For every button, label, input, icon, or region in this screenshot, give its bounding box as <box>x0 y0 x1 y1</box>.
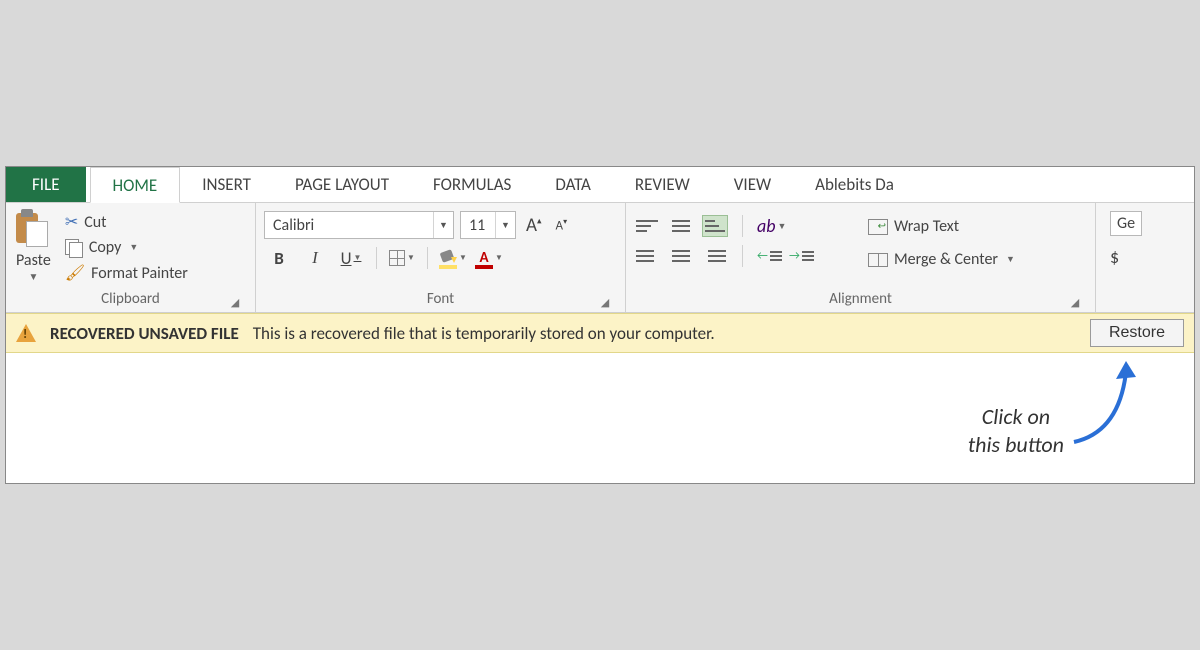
fill-color-button[interactable]: ▼ <box>438 245 468 271</box>
annotation-text: Click on this button <box>968 403 1064 458</box>
merge-icon <box>868 253 888 267</box>
paintbrush-icon: 🖌 <box>65 263 85 283</box>
align-right-button[interactable] <box>702 245 728 267</box>
border-icon <box>389 250 405 266</box>
number-format-combo[interactable]: Ge <box>1110 211 1142 236</box>
tab-home[interactable]: HOME <box>90 167 181 203</box>
font-color-icon: A <box>475 249 493 267</box>
tab-review[interactable]: REVIEW <box>613 167 712 202</box>
group-label-alignment: Alignment <box>829 290 892 308</box>
chevron-down-icon: ▼ <box>407 253 415 263</box>
tab-file[interactable]: FILE <box>6 167 86 202</box>
increase-indent-button[interactable]: → <box>789 246 813 266</box>
borders-button[interactable]: ▼ <box>387 245 417 271</box>
tab-view[interactable]: VIEW <box>712 167 793 202</box>
chevron-down-icon[interactable]: ▼ <box>129 242 138 253</box>
font-color-button[interactable]: A ▼ <box>474 245 504 271</box>
notice-text: This is a recovered file that is tempora… <box>253 323 1076 344</box>
ribbon-tabs: FILE HOME INSERT PAGE LAYOUT FORMULAS DA… <box>6 167 1194 203</box>
group-alignment: ab▼ ← → <box>626 203 1096 312</box>
group-clipboard: Paste ▼ ✂ Cut Copy ▼ 🖌 Format P <box>6 203 256 312</box>
paste-icon <box>16 209 50 249</box>
ribbon: Paste ▼ ✂ Cut Copy ▼ 🖌 Format P <box>6 203 1194 313</box>
align-left-button[interactable] <box>634 245 660 267</box>
align-center-button[interactable] <box>668 245 694 267</box>
chevron-down-icon: ▼ <box>778 221 787 232</box>
copy-button[interactable]: Copy ▼ <box>61 237 192 258</box>
merge-center-label: Merge & Center <box>894 250 998 269</box>
font-size-value: 11 <box>461 216 495 235</box>
orientation-button[interactable]: ab▼ <box>757 215 786 237</box>
chevron-down-icon[interactable]: ▼ <box>28 270 38 283</box>
font-size-combo[interactable]: 11 ▼ <box>460 211 516 239</box>
recovered-file-notice: RECOVERED UNSAVED FILE This is a recover… <box>6 313 1194 353</box>
grow-font-button[interactable]: A▴ <box>522 214 546 237</box>
align-middle-button[interactable] <box>668 215 694 237</box>
align-bottom-button[interactable] <box>702 215 728 237</box>
tab-data[interactable]: DATA <box>533 167 613 202</box>
restore-button[interactable]: Restore <box>1090 319 1184 347</box>
format-painter-label: Format Painter <box>91 264 188 283</box>
bold-button[interactable]: B <box>264 245 294 271</box>
copy-icon <box>65 239 83 257</box>
excel-window: FILE HOME INSERT PAGE LAYOUT FORMULAS DA… <box>5 166 1195 484</box>
font-name-combo[interactable]: Calibri ▼ <box>264 211 454 239</box>
copy-label: Copy <box>89 238 122 257</box>
align-top-button[interactable] <box>634 215 660 237</box>
cut-button[interactable]: ✂ Cut <box>61 211 192 233</box>
warning-icon <box>16 324 36 342</box>
tab-page-layout[interactable]: PAGE LAYOUT <box>273 167 411 202</box>
tab-insert[interactable]: INSERT <box>180 167 273 202</box>
tab-ablebits[interactable]: Ablebits Da <box>793 167 916 202</box>
decrease-indent-button[interactable]: ← <box>757 246 781 266</box>
wrap-text-icon <box>868 219 888 235</box>
wrap-text-label: Wrap Text <box>894 217 959 236</box>
group-label-clipboard: Clipboard <box>101 290 160 308</box>
chevron-down-icon: ▼ <box>495 253 503 263</box>
shrink-font-button[interactable]: A▾ <box>552 217 572 233</box>
chevron-down-icon[interactable]: ▼ <box>433 212 453 238</box>
cut-label: Cut <box>84 213 106 232</box>
italic-button[interactable]: I <box>300 245 330 271</box>
merge-center-button[interactable]: Merge & Center ▼ <box>864 248 1019 271</box>
chevron-down-icon: ▼ <box>354 253 362 263</box>
group-font: Calibri ▼ 11 ▼ A▴ A▾ B I U▼ <box>256 203 626 312</box>
currency-button[interactable]: $ <box>1110 246 1119 268</box>
underline-button[interactable]: U▼ <box>336 245 366 271</box>
wrap-text-button[interactable]: Wrap Text <box>864 215 1019 238</box>
chevron-down-icon[interactable]: ▼ <box>495 212 515 238</box>
bucket-icon <box>439 249 457 267</box>
dialog-launcher-alignment[interactable]: ◢ <box>1069 296 1081 308</box>
font-name-value: Calibri <box>265 216 433 235</box>
group-label-font: Font <box>427 290 454 308</box>
notice-title: RECOVERED UNSAVED FILE <box>50 323 239 344</box>
annotation-area: Click on this button <box>6 353 1194 483</box>
dialog-launcher-font[interactable]: ◢ <box>599 296 611 308</box>
tab-formulas[interactable]: FORMULAS <box>411 167 533 202</box>
group-number-truncated: Ge $ <box>1096 203 1154 312</box>
chevron-down-icon: ▼ <box>459 253 467 263</box>
scissors-icon: ✂ <box>65 212 78 232</box>
format-painter-button[interactable]: 🖌 Format Painter <box>61 262 192 284</box>
paste-label: Paste <box>16 251 51 270</box>
paste-button[interactable]: Paste ▼ <box>14 207 57 283</box>
dialog-launcher-clipboard[interactable]: ◢ <box>229 296 241 308</box>
annotation-arrow-icon <box>1064 357 1144 447</box>
chevron-down-icon[interactable]: ▼ <box>1006 254 1015 265</box>
